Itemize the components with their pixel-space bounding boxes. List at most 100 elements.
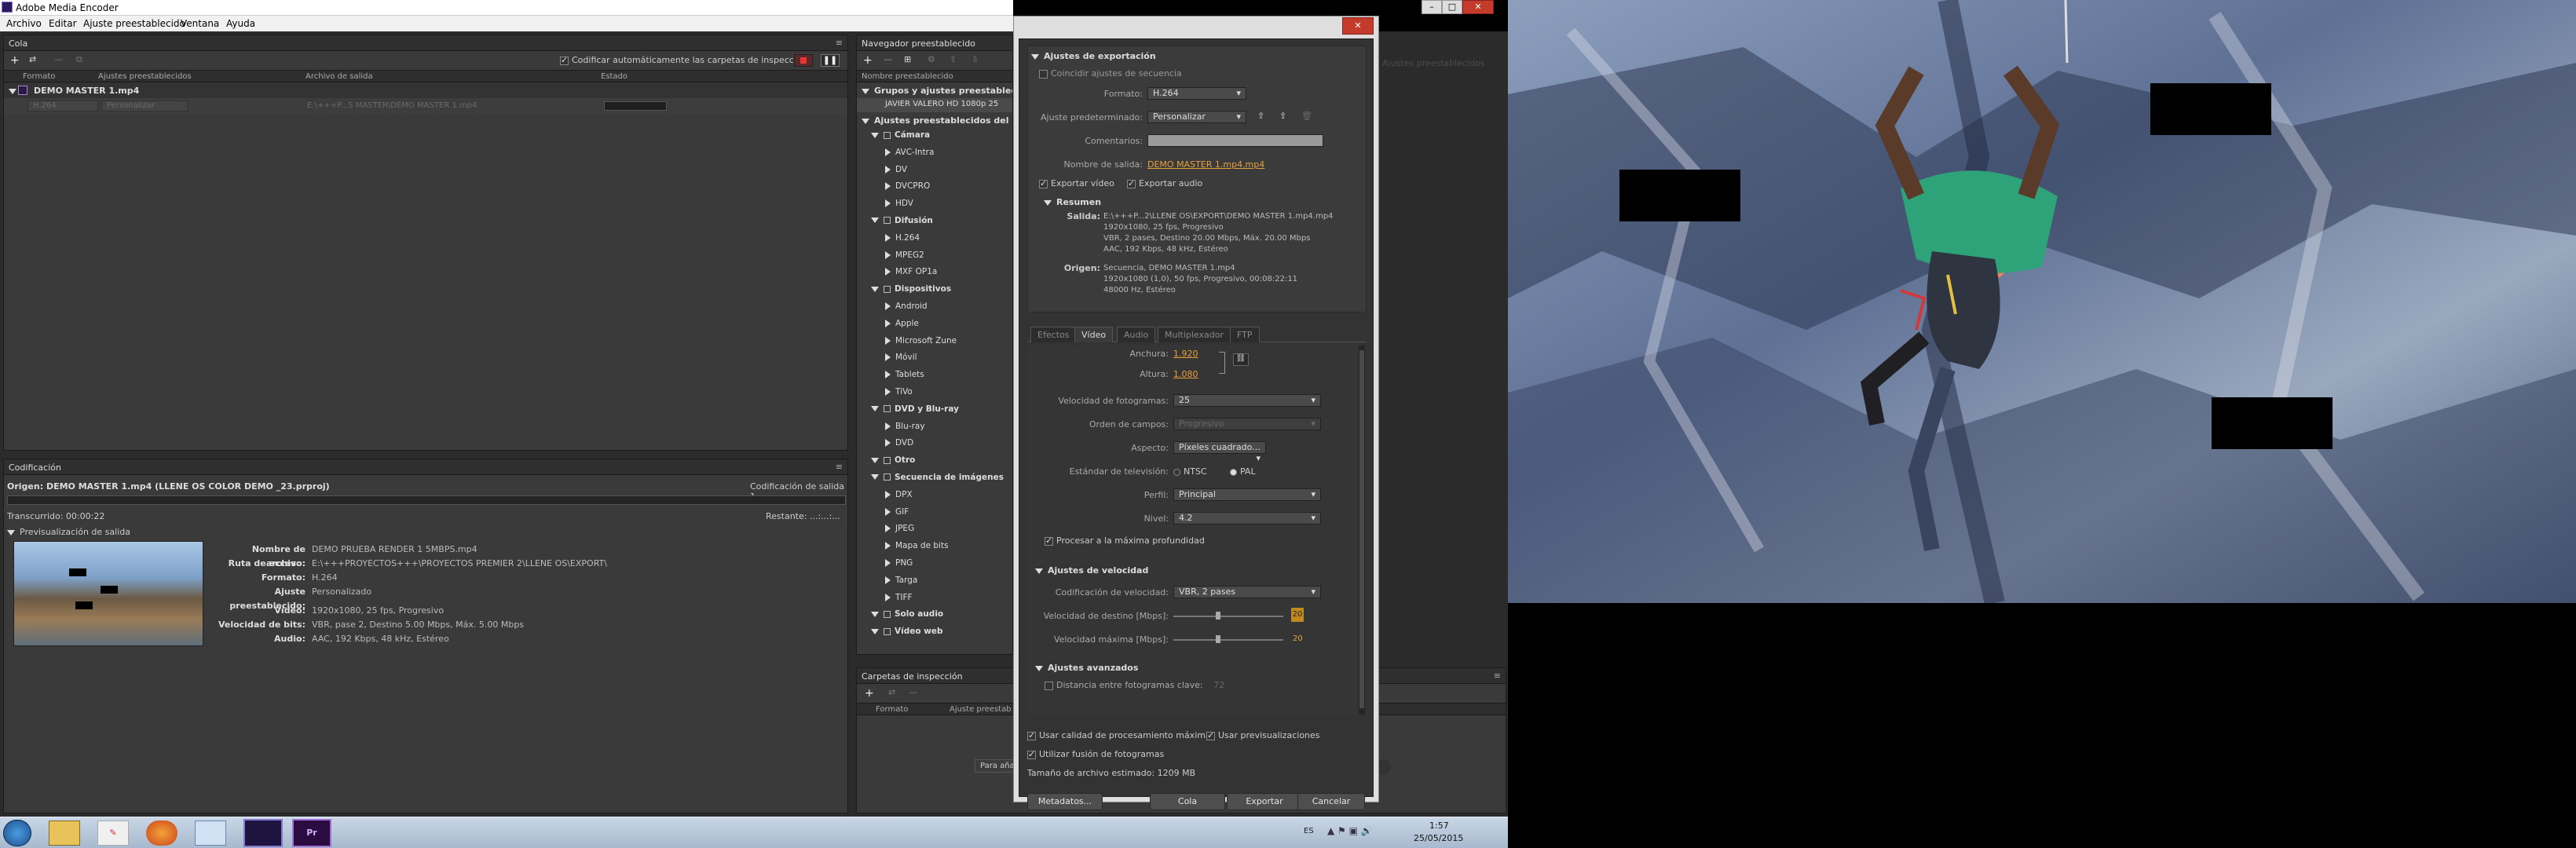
collapse-icon[interactable]: [885, 199, 891, 208]
tab-multiplexador[interactable]: Multiplexador: [1158, 327, 1231, 342]
collapse-icon[interactable]: [885, 319, 891, 327]
col-output[interactable]: Archivo de salida: [306, 72, 373, 81]
preset-subcategory[interactable]: H.264: [857, 231, 1012, 248]
ntsc-radio[interactable]: NTSC: [1173, 466, 1207, 477]
comments-input[interactable]: [1147, 134, 1323, 147]
clock-time[interactable]: 1:57: [1429, 821, 1449, 831]
add-source-icon[interactable]: +: [10, 54, 20, 67]
pause-queue-button[interactable]: ❚❚: [821, 54, 840, 67]
chain-link-icon[interactable]: ⛓: [1233, 353, 1249, 366]
preset-subcategory[interactable]: Blu-ray: [857, 419, 1012, 437]
collapse-icon[interactable]: [885, 422, 891, 430]
output-name-link[interactable]: DEMO MASTER 1.mp4.mp4: [1147, 159, 1264, 170]
menu-editar[interactable]: Editar: [49, 18, 77, 29]
collapse-icon[interactable]: [885, 558, 891, 567]
preset-subcategory[interactable]: DVCPRO: [857, 179, 1012, 196]
collapse-icon[interactable]: [885, 490, 891, 499]
collapse-icon[interactable]: [885, 542, 891, 550]
tray-icons[interactable]: ▲ ⚑ ▣ 🔊: [1327, 825, 1373, 836]
preset-subcategory[interactable]: GIF: [857, 505, 1012, 522]
import-preset-icon[interactable]: ⇪: [1279, 111, 1286, 121]
expand-icon[interactable]: [871, 286, 879, 292]
collapse-icon[interactable]: [885, 165, 891, 174]
summary-header[interactable]: Resumen: [1044, 197, 1101, 207]
explorer-taskbar-icon[interactable]: [49, 821, 80, 846]
col-preset[interactable]: Ajustes preestablecidos: [98, 72, 192, 81]
add-folder-icon[interactable]: +: [865, 687, 874, 700]
cancel-button[interactable]: Cancelar: [1297, 793, 1365, 810]
field-order-dropdown[interactable]: Progresivo ▾: [1173, 418, 1321, 430]
queue-subitem[interactable]: H.264 Personalizar E:\+++P...S MASTER\DE…: [4, 98, 847, 114]
menu-archivo[interactable]: Archivo: [6, 18, 42, 29]
preset-subcategory[interactable]: Targa: [857, 573, 1012, 590]
dialog-scrollbar[interactable]: [1359, 345, 1365, 715]
export-video-checkbox[interactable]: Exportar vídeo: [1039, 178, 1114, 188]
maximize-button[interactable]: □: [1442, 0, 1462, 14]
queue-item[interactable]: DEMO MASTER 1.mp4: [4, 82, 847, 98]
preset-category[interactable]: Difusión: [857, 214, 1012, 231]
expand-icon[interactable]: [871, 611, 879, 617]
fps-dropdown[interactable]: 25 ▾: [1173, 394, 1321, 407]
media-encoder-taskbar-icon[interactable]: [243, 819, 283, 847]
expand-icon[interactable]: [871, 457, 879, 463]
preset-subcategory[interactable]: DPX: [857, 488, 1012, 505]
target-bitrate-value[interactable]: 20: [1291, 608, 1304, 622]
collapse-icon[interactable]: [885, 439, 891, 448]
collapse-icon[interactable]: [885, 576, 891, 584]
match-sequence-checkbox[interactable]: Coincidir ajustes de secuencia: [1039, 68, 1182, 79]
max-quality-checkbox[interactable]: Usar calidad de procesamiento máxima: [1027, 730, 1211, 740]
tab-audio[interactable]: Audio: [1117, 327, 1156, 342]
keyframe-checkbox[interactable]: Distancia entre fotogramas clave: 72: [1045, 680, 1224, 690]
menu-ventana[interactable]: Ventana: [181, 18, 219, 29]
preset-category[interactable]: Cámara: [857, 128, 1012, 145]
keyframe-value[interactable]: 72: [1213, 680, 1224, 690]
groups-header[interactable]: Grupos y ajustes preestablecidos: [857, 82, 1012, 98]
subitem-preset[interactable]: Personalizar: [101, 101, 188, 111]
preset-subcategory[interactable]: AVC-Intra: [857, 145, 1012, 163]
bitrate-encoding-dropdown[interactable]: VBR, 2 pases ▾: [1173, 586, 1321, 598]
bitrate-header[interactable]: Ajustes de velocidad: [1035, 565, 1148, 576]
import-icon[interactable]: ⇪: [950, 54, 957, 64]
preset-subcategory[interactable]: MXF OP1a: [857, 265, 1012, 282]
preset-category[interactable]: Dispositivos: [857, 282, 1012, 299]
preset-category[interactable]: Secuencia de imágenes: [857, 470, 1012, 488]
start-button[interactable]: [3, 820, 31, 846]
level-dropdown[interactable]: 4.2 ▾: [1173, 512, 1321, 525]
settings-icon[interactable]: ⚙: [928, 54, 935, 64]
duplicate-icon[interactable]: ⧉: [76, 54, 82, 65]
queue-tab[interactable]: Cola: [9, 38, 27, 49]
close-window-button[interactable]: ✕: [1462, 0, 1494, 14]
collapse-icon[interactable]: [885, 593, 891, 601]
subitem-output[interactable]: E:\+++P...S MASTER\DEMO MASTER 1.mp4: [307, 101, 477, 110]
preset-subcategory[interactable]: Android: [857, 299, 1012, 316]
save-preset-icon[interactable]: ⇧: [1257, 111, 1264, 121]
frame-blend-checkbox[interactable]: Utilizar fusión de fotogramas: [1027, 749, 1164, 759]
encoding-tab[interactable]: Codificación: [9, 462, 61, 473]
export-settings-header[interactable]: Ajustes de exportación: [1031, 51, 1156, 61]
dialog-close-button[interactable]: ✕: [1342, 17, 1374, 35]
width-value[interactable]: 1.920: [1173, 349, 1198, 359]
menu-ayuda[interactable]: Ayuda: [226, 18, 255, 29]
preset-category[interactable]: DVD y Blu-ray: [857, 402, 1012, 419]
preset-subcategory[interactable]: DVD: [857, 436, 1012, 453]
collapse-icon[interactable]: [885, 148, 891, 156]
clock-date[interactable]: 25/05/2015: [1414, 833, 1463, 843]
tab-efectos[interactable]: Efectos: [1030, 327, 1077, 342]
preset-subcategory[interactable]: Microsoft Zune: [857, 334, 1012, 351]
preset-category[interactable]: Otro: [857, 453, 1012, 470]
preset-subcategory[interactable]: MPEG2: [857, 248, 1012, 265]
max-bitrate-value[interactable]: 20: [1293, 634, 1303, 643]
collapse-icon[interactable]: [885, 387, 891, 396]
metadata-button[interactable]: Metadatos...: [1027, 793, 1103, 810]
preset-subcategory[interactable]: JPEG: [857, 521, 1012, 539]
settings-icon[interactable]: ⇄: [29, 54, 36, 64]
collapse-icon[interactable]: [885, 182, 891, 191]
export-button[interactable]: Exportar: [1227, 793, 1302, 810]
preset-category[interactable]: Solo audio: [857, 607, 1012, 624]
user-preset-item[interactable]: JAVIER VALERO HD 1080p 25: [857, 98, 1012, 112]
tab-ftp[interactable]: FTP: [1230, 327, 1260, 342]
system-presets-header[interactable]: Ajustes preestablecidos del sistema: [857, 112, 1012, 128]
collapse-icon[interactable]: [885, 353, 891, 362]
collapse-icon[interactable]: [885, 336, 891, 345]
preset-subcategory[interactable]: HDV: [857, 196, 1012, 214]
